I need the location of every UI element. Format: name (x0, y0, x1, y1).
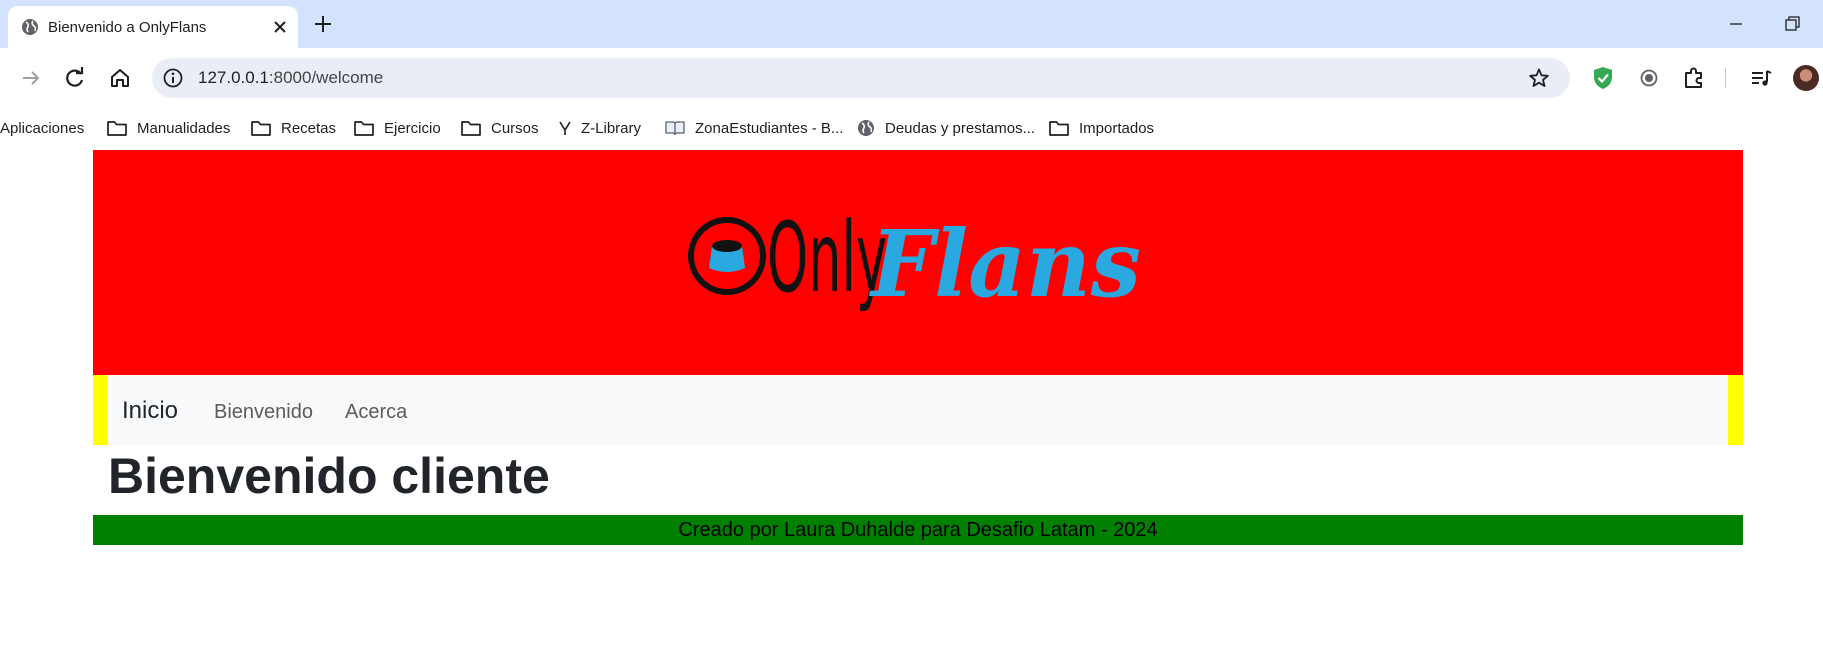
new-tab-icon[interactable] (312, 13, 334, 35)
toolbar-divider (1725, 68, 1726, 88)
globe-icon (22, 19, 38, 35)
reload-icon[interactable] (62, 65, 88, 91)
bookmarks-bar: Aplicaciones Manualidades Recetas Ejerci… (0, 107, 1823, 149)
nav-brand-inicio[interactable]: Inicio (122, 397, 178, 425)
bookmark-label: Deudas y prestamos... (885, 119, 1036, 137)
restore-window-icon[interactable] (1781, 13, 1803, 35)
close-tab-icon[interactable] (270, 17, 290, 37)
nav-link-bienvenido[interactable]: Bienvenido (214, 401, 313, 424)
logo-word-plain: Only (767, 206, 887, 314)
site-info-icon[interactable] (162, 67, 184, 89)
url-path: :8000/welcome (268, 68, 384, 87)
globe-icon (858, 120, 874, 136)
folder-icon (251, 121, 271, 136)
tab-strip: Bienvenido a OnlyFlans (0, 0, 1823, 48)
bookmark-label: Recetas (281, 119, 337, 137)
folder-icon (354, 121, 374, 136)
nav-link-acerca[interactable]: Acerca (345, 401, 407, 424)
url-text[interactable]: 127.0.0.1:8000/welcome (198, 68, 383, 88)
profile-avatar[interactable] (1793, 65, 1819, 91)
bookmark-deudas[interactable]: Deudas y prestamos... (856, 117, 1035, 139)
minimize-window-icon[interactable] (1725, 14, 1747, 34)
bookmark-label: ZonaEstudiantes - B... (695, 119, 844, 137)
bookmark-zonaestudiantes[interactable]: ZonaEstudiantes - B... (664, 117, 843, 139)
folder-icon (107, 121, 127, 136)
bookmark-star-icon[interactable] (1528, 67, 1550, 89)
book-icon (665, 121, 685, 136)
bookmark-manualidades[interactable]: Manualidades (106, 117, 230, 139)
folder-icon (1049, 121, 1069, 136)
folder-icon (461, 121, 481, 136)
bookmark-label: Cursos (491, 119, 539, 137)
bookmark-label: Aplicaciones (0, 119, 85, 137)
bookmark-label: Importados (1079, 119, 1155, 137)
forward-icon[interactable] (18, 65, 44, 91)
bookmark-cursos[interactable]: Cursos (460, 117, 539, 139)
bookmark-label: Manualidades (137, 119, 231, 137)
zlibrary-icon (559, 121, 571, 135)
logo-word-script: Flans (868, 210, 1141, 316)
page-title: Bienvenido cliente (108, 448, 550, 504)
bookmark-aplicaciones[interactable]: Aplicaciones (0, 117, 84, 139)
bookmark-importados[interactable]: Importados (1048, 117, 1154, 139)
page-header: Only Flans (93, 150, 1743, 375)
url-host: 127.0.0.1 (198, 68, 269, 87)
bookmark-label: Ejercicio (384, 119, 441, 137)
bookmark-zlibrary[interactable]: Z-Library (558, 117, 641, 139)
extensions-puzzle-icon[interactable] (1681, 65, 1707, 91)
active-tab[interactable]: Bienvenido a OnlyFlans (8, 6, 298, 48)
reading-list-icon[interactable] (1748, 65, 1774, 91)
page-footer: Creado por Laura Duhalde para Desafio La… (93, 515, 1743, 545)
home-icon[interactable] (107, 65, 133, 91)
address-bar[interactable]: 127.0.0.1:8000/welcome (152, 58, 1570, 98)
record-extension-icon[interactable] (1636, 65, 1662, 91)
footer-text: Creado por Laura Duhalde para Desafio La… (678, 519, 1158, 541)
bookmark-recetas[interactable]: Recetas (250, 117, 336, 139)
main-navbar: Inicio Bienvenido Acerca (93, 375, 1743, 445)
bookmark-ejercicio[interactable]: Ejercicio (353, 117, 441, 139)
shield-extension-icon[interactable] (1590, 65, 1616, 91)
tab-title: Bienvenido a OnlyFlans (48, 19, 207, 36)
browser-toolbar: 127.0.0.1:8000/welcome (0, 48, 1823, 107)
onlyflans-logo: Only Flans (688, 206, 1141, 316)
bookmark-label: Z-Library (581, 119, 642, 137)
